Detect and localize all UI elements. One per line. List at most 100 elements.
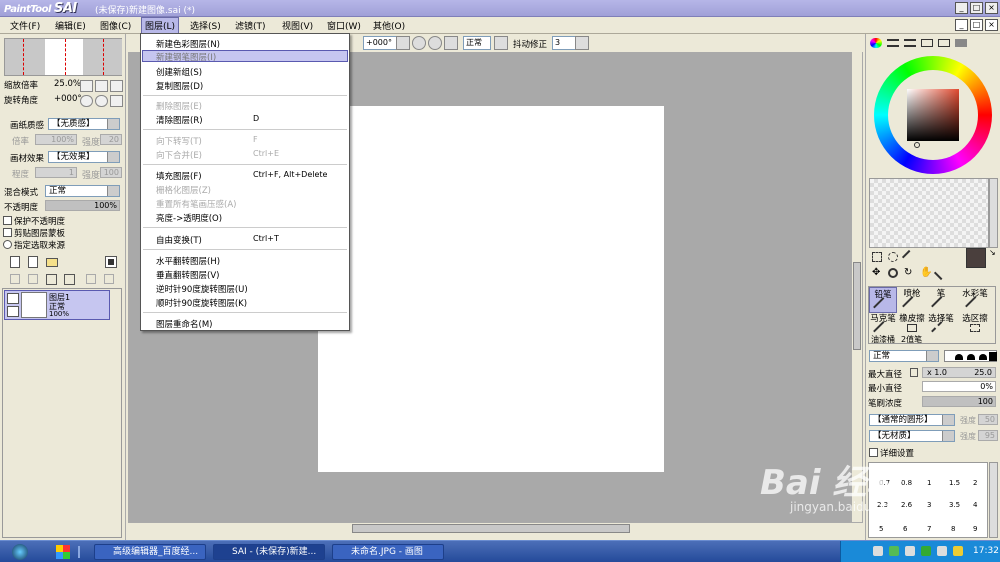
- tool-pencil[interactable]: 铅笔: [869, 287, 897, 317]
- effect-degree-bar[interactable]: 1: [35, 167, 77, 178]
- shape-strength-bar[interactable]: 50: [978, 414, 998, 425]
- doc-maximize-button[interactable]: □: [970, 19, 983, 31]
- menu-item-flip-horizontal[interactable]: 水平翻转图层(H): [156, 255, 220, 267]
- task-paint[interactable]: 未命名.JPG - 画图: [332, 544, 444, 560]
- primary-color-swatch[interactable]: [966, 248, 986, 268]
- menu-item-luminance-to-alpha[interactable]: 亮度->透明度(O): [156, 212, 222, 224]
- menu-item-new-pen-layer[interactable]: 新建钢笔图层(I): [142, 50, 348, 63]
- clip-mask-checkbox[interactable]: [3, 228, 12, 237]
- tool-select-eraser[interactable]: 选区擦: [956, 312, 994, 338]
- protect-opacity-checkbox[interactable]: [3, 216, 12, 225]
- rotate-cw-button[interactable]: [95, 95, 108, 107]
- menu-item-duplicate-layer[interactable]: 复制图层(D): [156, 80, 203, 92]
- menu-item-new-group[interactable]: 创建新组(S): [156, 66, 202, 78]
- clock[interactable]: 17:32: [973, 546, 999, 556]
- menu-edit[interactable]: 编辑(E): [55, 19, 86, 32]
- brush-shape-select[interactable]: 【通常的圆形】: [869, 414, 955, 426]
- texture-strength-bar[interactable]: 20: [100, 134, 122, 145]
- tool-watercolor[interactable]: 水彩笔: [956, 287, 994, 316]
- color-wheel[interactable]: [874, 56, 992, 174]
- texture-strength-right-bar[interactable]: 95: [978, 430, 998, 441]
- lasso-icon[interactable]: [888, 252, 898, 262]
- scratch-pad[interactable]: [869, 178, 989, 248]
- min-size-bar[interactable]: 0%: [922, 381, 996, 392]
- menu-file[interactable]: 文件(F): [10, 19, 40, 32]
- mixer-tab-icon[interactable]: [955, 39, 967, 47]
- rotation-value[interactable]: +000°: [54, 94, 82, 104]
- size-preset[interactable]: 2.6: [901, 501, 912, 509]
- rect-select-icon[interactable]: [872, 252, 882, 262]
- menu-item-rename-layer[interactable]: 图层重命名(M): [156, 318, 212, 330]
- menu-item-flip-vertical[interactable]: 垂直翻转图层(V): [156, 269, 219, 281]
- hand-icon[interactable]: ✋: [920, 268, 932, 278]
- size-preset[interactable]: 5: [879, 525, 883, 533]
- size-preset[interactable]: 9: [973, 525, 977, 533]
- color-square[interactable]: [907, 89, 959, 141]
- size-preset[interactable]: 7: [927, 525, 931, 533]
- maximize-button[interactable]: □: [970, 2, 983, 14]
- rotate-icon[interactable]: ↻: [904, 268, 914, 278]
- size-preset[interactable]: 6: [903, 525, 907, 533]
- tool-brush[interactable]: 笔: [927, 287, 955, 316]
- tray-icon[interactable]: [873, 546, 883, 556]
- menu-filter[interactable]: 滤镜(T): [235, 19, 266, 32]
- menu-layer[interactable]: 图层(L): [141, 17, 180, 34]
- rotate-reset-button[interactable]: [444, 36, 458, 50]
- menu-window[interactable]: 窗口(W): [327, 19, 361, 32]
- swatches-tab-icon[interactable]: [921, 39, 933, 47]
- stabilizer-dropdown[interactable]: [575, 36, 589, 50]
- menu-item-rotate-ccw[interactable]: 逆时针90度旋转图层(U): [156, 283, 248, 295]
- vertical-scroll-thumb[interactable]: [853, 262, 861, 350]
- move-down-icon[interactable]: [10, 274, 20, 284]
- new-layer-icon[interactable]: [10, 256, 20, 268]
- doc-close-button[interactable]: ×: [985, 19, 998, 31]
- layer-item[interactable]: 图层1 正常 100%: [4, 290, 110, 320]
- tray-icon[interactable]: [953, 546, 963, 556]
- size-preset[interactable]: 3: [927, 501, 931, 509]
- menu-image[interactable]: 图像(C): [100, 19, 131, 32]
- zoom-reset-button[interactable]: [110, 80, 123, 92]
- max-size-bar[interactable]: x 1.0 25.0: [922, 367, 996, 378]
- eyedropper-icon[interactable]: [933, 265, 949, 281]
- merge-down-icon[interactable]: [28, 274, 38, 284]
- move-icon[interactable]: ✥: [872, 268, 882, 278]
- quicklaunch-icon[interactable]: [56, 545, 70, 559]
- size-preset[interactable]: 2: [973, 479, 977, 487]
- scratchpad-tab-icon[interactable]: [938, 39, 950, 47]
- tool-binary-pen[interactable]: 2值笔: [901, 334, 922, 345]
- menu-view[interactable]: 视图(V): [282, 19, 313, 32]
- tray-icon[interactable]: [905, 546, 915, 556]
- menu-item-clear-layer[interactable]: 清除图层(R): [156, 114, 203, 126]
- mode-box[interactable]: 正常: [463, 36, 491, 50]
- tool-bucket[interactable]: 油漆桶: [871, 334, 895, 345]
- texture-rate-bar[interactable]: 100%: [35, 134, 77, 145]
- density-bar[interactable]: 100: [922, 396, 996, 407]
- rotate-right-button[interactable]: [428, 36, 442, 50]
- vertical-scrollbar[interactable]: [851, 52, 862, 522]
- zoom-out-button[interactable]: [80, 80, 93, 92]
- swap-colors-icon[interactable]: ↘: [989, 248, 997, 257]
- max-size-lock[interactable]: [910, 368, 918, 377]
- minimize-button[interactable]: _: [955, 2, 968, 14]
- tray-icon[interactable]: [889, 546, 899, 556]
- flatten-icon[interactable]: [104, 274, 114, 284]
- brush-shape-tips[interactable]: [944, 350, 997, 362]
- close-button[interactable]: ×: [985, 2, 998, 14]
- hsv-slider-tab-icon[interactable]: [904, 39, 916, 47]
- paper-texture-select[interactable]: 【无质感】: [48, 118, 120, 130]
- paper-canvas[interactable]: [318, 106, 664, 472]
- tool-airbrush[interactable]: 喷枪: [898, 287, 926, 316]
- size-preset[interactable]: 4: [973, 501, 977, 509]
- size-preset[interactable]: 3.5: [949, 501, 960, 509]
- horizontal-scrollbar[interactable]: [128, 522, 863, 534]
- menu-item-new-color-layer[interactable]: 新建色彩图层(N): [156, 38, 220, 50]
- start-orb-icon[interactable]: [12, 544, 28, 560]
- brush-size-scrollbar[interactable]: [989, 462, 998, 538]
- brush-mode-select[interactable]: 正常: [869, 350, 939, 362]
- clear-layer-icon[interactable]: [46, 274, 57, 285]
- menu-other[interactable]: 其他(O): [373, 19, 405, 32]
- zoom-icon[interactable]: [888, 268, 898, 278]
- zoom-value[interactable]: 25.0%: [54, 79, 81, 89]
- flip-button[interactable]: [494, 36, 508, 50]
- new-folder-icon[interactable]: [46, 258, 58, 267]
